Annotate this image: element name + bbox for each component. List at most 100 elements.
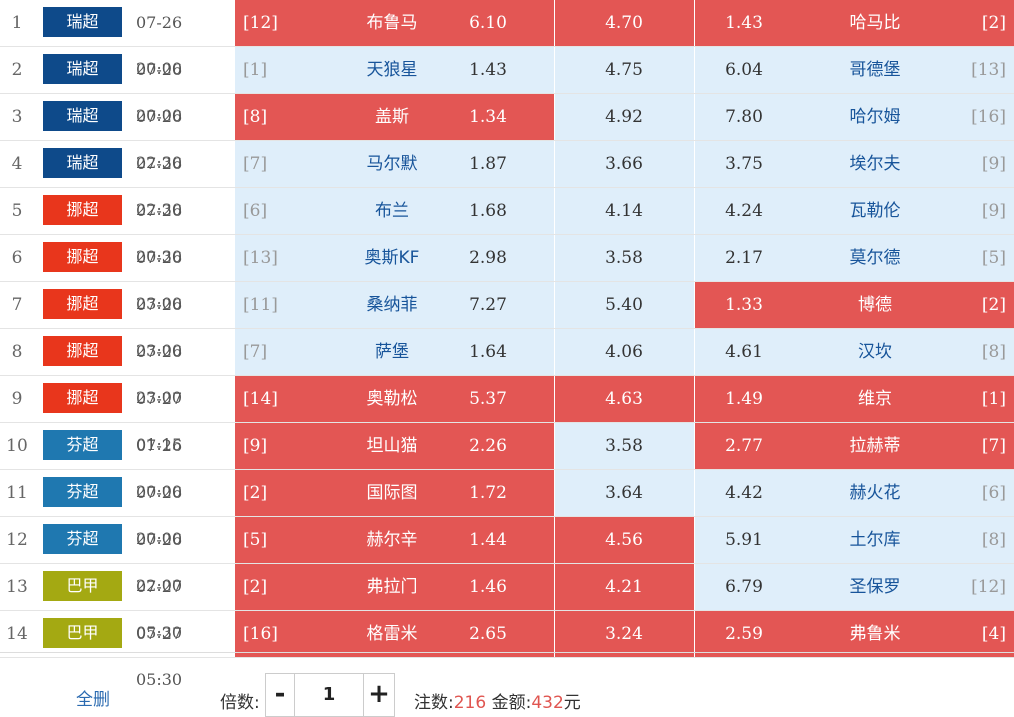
away-odds[interactable]: 2.77 xyxy=(694,423,794,469)
home-team[interactable]: 弗拉门 xyxy=(300,564,484,610)
home-odds[interactable]: 1.46 xyxy=(462,564,514,610)
away-rank: [8] xyxy=(981,530,1006,550)
decrement-button[interactable]: - xyxy=(266,674,295,716)
home-rank: [9] xyxy=(243,436,268,456)
away-odds[interactable]: 4.42 xyxy=(694,470,794,516)
table-row: 6 挪超 07-26 23:00 [13] 奥斯KF 2.98 3.58 2.17 莫尔德 [5] xyxy=(0,235,1014,313)
draw-odds[interactable]: 3.58 xyxy=(554,423,694,469)
draw-odds[interactable]: 4.70 xyxy=(554,0,694,46)
away-team[interactable]: 弗鲁米 xyxy=(790,611,960,657)
home-odds[interactable]: 6.10 xyxy=(462,0,514,46)
away-rank: [7] xyxy=(981,436,1006,456)
home-team[interactable]: 天狼星 xyxy=(300,47,484,93)
home-team[interactable]: 赫尔辛 xyxy=(300,517,484,563)
match-time: 07-26 20:30 xyxy=(136,201,183,266)
away-team[interactable]: 拉赫蒂 xyxy=(790,423,960,469)
draw-odds[interactable]: 4.14 xyxy=(554,188,694,234)
home-team[interactable]: 布兰 xyxy=(300,188,484,234)
home-rank: [11] xyxy=(243,295,278,315)
home-odds[interactable]: 2.98 xyxy=(462,235,514,281)
away-rank: [2] xyxy=(981,13,1006,33)
home-odds[interactable]: 1.43 xyxy=(462,47,514,93)
away-team[interactable]: 维京 xyxy=(790,376,960,422)
away-team[interactable]: 哈尔姆 xyxy=(790,94,960,140)
table-row: 14 巴甲 07-27 05:30 [16] 格雷米 2.65 3.24 2.59 弗鲁米 [4] xyxy=(0,611,1014,689)
draw-odds[interactable]: 4.63 xyxy=(554,376,694,422)
home-rank: [2] xyxy=(243,483,268,503)
home-rank: [7] xyxy=(243,342,268,362)
home-team[interactable]: 国际图 xyxy=(300,470,484,516)
league-badge: 挪超 xyxy=(43,289,122,319)
row-index: 1 xyxy=(11,13,23,33)
home-team[interactable]: 格雷米 xyxy=(300,611,484,657)
row-index: 7 xyxy=(11,295,23,315)
away-odds[interactable]: 3.75 xyxy=(694,141,794,187)
away-team[interactable]: 土尔库 xyxy=(790,517,960,563)
draw-odds[interactable]: 3.58 xyxy=(554,235,694,281)
away-rank: [2] xyxy=(981,295,1006,315)
home-team[interactable]: 马尔默 xyxy=(300,141,484,187)
draw-odds[interactable]: 4.75 xyxy=(554,47,694,93)
away-team[interactable]: 圣保罗 xyxy=(790,564,960,610)
away-team[interactable]: 莫尔德 xyxy=(790,235,960,281)
match-table: 1 瑞超 07-26 20:00 [12] 布鲁马 6.10 4.70 1.43 哈马比 [2] 2… xyxy=(0,0,1014,689)
league-badge: 瑞超 xyxy=(43,7,122,37)
home-odds[interactable]: 2.26 xyxy=(462,423,514,469)
away-team[interactable]: 赫火花 xyxy=(790,470,960,516)
away-team[interactable]: 瓦勒伦 xyxy=(790,188,960,234)
away-odds[interactable]: 5.91 xyxy=(694,517,794,563)
home-team[interactable]: 奥勒松 xyxy=(300,376,484,422)
multiplier-input[interactable]: 1 xyxy=(295,674,363,716)
home-odds[interactable]: 1.64 xyxy=(462,329,514,375)
away-odds[interactable]: 7.80 xyxy=(694,94,794,140)
home-odds[interactable]: 2.65 xyxy=(462,611,514,657)
home-team[interactable]: 坦山猫 xyxy=(300,423,484,469)
draw-odds[interactable]: 5.40 xyxy=(554,282,694,328)
away-rank: [8] xyxy=(981,342,1006,362)
row-index: 14 xyxy=(6,624,28,644)
away-odds[interactable]: 4.61 xyxy=(694,329,794,375)
draw-odds[interactable]: 4.56 xyxy=(554,517,694,563)
away-odds[interactable]: 2.59 xyxy=(694,611,794,657)
away-odds[interactable]: 1.33 xyxy=(694,282,794,328)
away-team[interactable]: 哥德堡 xyxy=(790,47,960,93)
draw-odds[interactable]: 3.64 xyxy=(554,470,694,516)
row-index: 4 xyxy=(11,154,23,174)
home-team[interactable]: 奥斯KF xyxy=(300,235,484,281)
home-odds[interactable]: 7.27 xyxy=(462,282,514,328)
away-odds[interactable]: 4.24 xyxy=(694,188,794,234)
match-time: 07-26 20:00 xyxy=(136,60,183,125)
draw-odds[interactable]: 3.24 xyxy=(554,611,694,657)
increment-button[interactable]: + xyxy=(363,674,394,716)
away-team[interactable]: 汉坎 xyxy=(790,329,960,375)
clear-all-button[interactable]: 全删 xyxy=(76,685,110,710)
home-team[interactable]: 布鲁马 xyxy=(300,0,484,46)
home-odds[interactable]: 1.87 xyxy=(462,141,514,187)
draw-odds[interactable]: 4.21 xyxy=(554,564,694,610)
away-team[interactable]: 埃尔夫 xyxy=(790,141,960,187)
home-odds[interactable]: 1.34 xyxy=(462,94,514,140)
draw-odds[interactable]: 3.66 xyxy=(554,141,694,187)
draw-odds[interactable]: 4.06 xyxy=(554,329,694,375)
row-index: 6 xyxy=(11,248,23,268)
away-odds[interactable]: 1.43 xyxy=(694,0,794,46)
away-odds[interactable]: 1.49 xyxy=(694,376,794,422)
home-odds[interactable]: 1.44 xyxy=(462,517,514,563)
home-team[interactable]: 盖斯 xyxy=(300,94,484,140)
home-odds[interactable]: 1.68 xyxy=(462,188,514,234)
away-team[interactable]: 哈马比 xyxy=(790,0,960,46)
draw-odds[interactable]: 4.92 xyxy=(554,94,694,140)
away-team[interactable]: 博德 xyxy=(790,282,960,328)
home-odds[interactable]: 5.37 xyxy=(462,376,514,422)
home-team[interactable]: 桑纳菲 xyxy=(300,282,484,328)
league-badge: 芬超 xyxy=(43,430,122,460)
away-odds[interactable]: 6.79 xyxy=(694,564,794,610)
away-odds[interactable]: 2.17 xyxy=(694,235,794,281)
away-rank: [9] xyxy=(981,201,1006,221)
row-index: 10 xyxy=(6,436,28,456)
league-badge: 芬超 xyxy=(43,477,122,507)
home-team[interactable]: 萨堡 xyxy=(300,329,484,375)
away-odds[interactable]: 6.04 xyxy=(694,47,794,93)
league-badge: 瑞超 xyxy=(43,101,122,131)
home-odds[interactable]: 1.72 xyxy=(462,470,514,516)
